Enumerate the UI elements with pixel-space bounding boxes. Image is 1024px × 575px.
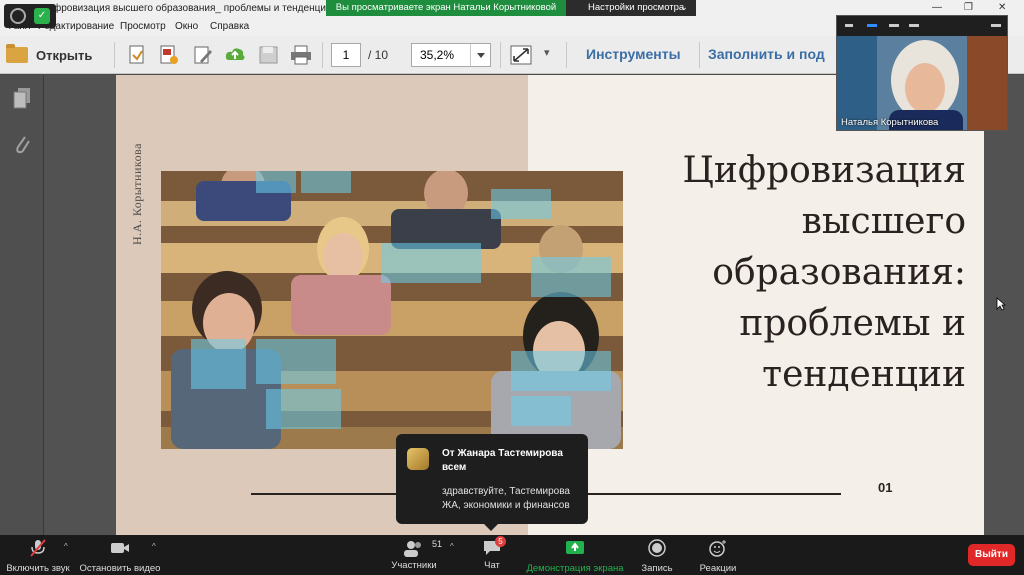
participants-button[interactable]: 51 Участники: [388, 539, 442, 571]
minimize-icon[interactable]: —: [932, 2, 942, 13]
muted-mic-icon: [30, 539, 46, 557]
participants-icon-group: 51: [394, 539, 442, 557]
chat-icon-group: 5: [481, 536, 506, 557]
gallery-view-icon[interactable]: [909, 24, 919, 27]
participants-icon: [404, 541, 421, 557]
restore-icon[interactable]: ❐: [964, 2, 973, 13]
window-controls: — ❐ ✕: [924, 2, 1024, 16]
reactions-button[interactable]: Реакции: [696, 539, 740, 574]
print-icon[interactable]: [290, 45, 312, 65]
attachments-paperclip-icon[interactable]: [13, 133, 31, 155]
single-view-icon[interactable]: [867, 24, 877, 27]
meeting-info-icons: ✓: [4, 4, 56, 28]
exit-view-icon[interactable]: [991, 24, 1001, 27]
strip-view-icon[interactable]: [889, 24, 899, 27]
security-shield-icon[interactable]: ✓: [34, 8, 50, 24]
toolbar-divider: [566, 42, 567, 68]
page-total: / 10: [368, 48, 389, 62]
slide-title-line: образования:: [712, 252, 966, 293]
record-label: Запись: [641, 563, 673, 574]
zoom-value: 35,2%: [420, 48, 455, 62]
close-icon[interactable]: ✕: [998, 2, 1006, 13]
participants-options-caret-icon[interactable]: ^: [450, 542, 458, 551]
record-icon: [648, 539, 666, 557]
slide-title-line: Цифровизация: [682, 150, 967, 191]
smiley-plus-icon: [709, 540, 726, 557]
info-icon[interactable]: [10, 8, 26, 24]
chat-sender: От Жанара Тастемирова всем: [442, 448, 563, 473]
participant-name: Наталья Корытникова: [841, 117, 939, 128]
slide-title-line: проблемы и: [739, 303, 966, 344]
mouse-cursor-icon: [996, 297, 1006, 311]
pages-thumbnails-icon[interactable]: [13, 87, 31, 109]
participant-video-thumbnail[interactable]: Наталья Корытникова: [836, 15, 1008, 131]
record-button[interactable]: Запись: [637, 539, 677, 574]
video-options-caret-icon[interactable]: ^: [152, 542, 160, 551]
export-pdf-icon[interactable]: [158, 45, 180, 65]
chat-notification-popup[interactable]: От Жанара Тастемирова всем здравствуйте,…: [396, 434, 588, 531]
upload-cloud-icon[interactable]: [224, 45, 246, 65]
toolbar-divider: [699, 42, 700, 68]
open-button[interactable]: Открыть: [6, 44, 93, 65]
share-screen-icon: [566, 541, 584, 554]
chevron-down-icon[interactable]: [470, 44, 490, 66]
zoom-meeting-window: Цифровизация высшего образования_ пробле…: [0, 0, 1024, 575]
menu-view[interactable]: Просмотр: [120, 21, 166, 32]
chevron-down-icon: ⌄: [680, 2, 688, 13]
reactions-label: Реакции: [699, 563, 737, 574]
open-button-label: Открыть: [36, 47, 93, 63]
leave-meeting-button[interactable]: Выйти: [968, 544, 1015, 566]
share-screen-label: Демонстрация экрана: [526, 563, 624, 574]
save-icon[interactable]: [258, 45, 280, 65]
slide-title-line: высшего: [801, 201, 966, 242]
toolbar-divider: [500, 42, 501, 68]
participants-label: Участники: [391, 560, 437, 571]
meeting-controls-bar: Включить звук ^ Остановить видео ^ 51 Уч…: [0, 535, 1024, 575]
fill-sign-link[interactable]: Заполнить и под: [708, 46, 825, 62]
slide-title: Цифровизация высшего образования: пробле…: [636, 145, 967, 400]
menu-window[interactable]: Окно: [175, 21, 198, 32]
chat-button[interactable]: 5 Чат: [476, 536, 508, 571]
view-settings-label: Настройки просмотра: [588, 2, 685, 13]
window-title: Цифровизация высшего образования_ пробле…: [40, 3, 369, 14]
video-thumb-header: [837, 16, 1007, 36]
stop-video-button[interactable]: Остановить видео: [78, 539, 162, 574]
chat-label: Чат: [484, 560, 500, 571]
toolbar-options-icon[interactable]: ▾: [544, 46, 550, 59]
slide-title-line: тенденции: [762, 354, 966, 395]
edit-pdf-icon[interactable]: [192, 45, 214, 65]
participant-video-frame: [837, 36, 1007, 130]
slide-number: 01: [878, 480, 893, 495]
video-camera-icon: [111, 543, 129, 553]
toolbar-divider: [322, 42, 323, 68]
navigation-side-panel: [0, 75, 44, 535]
participants-count: 51: [432, 539, 443, 549]
minimize-video-icon[interactable]: [845, 24, 853, 27]
chat-message: здравствуйте, Тастемирова ЖА, экономики …: [442, 486, 570, 511]
stop-video-label: Остановить видео: [79, 563, 161, 574]
screen-share-banner: Вы просматриваете экран Натальи Корытник…: [326, 0, 566, 16]
unmute-button[interactable]: Включить звук: [4, 539, 72, 574]
share-screen-button[interactable]: Демонстрация экрана: [526, 539, 624, 574]
sender-avatar: [407, 448, 429, 470]
page-number-input[interactable]: 1: [331, 43, 361, 67]
menu-help[interactable]: Справка: [210, 21, 249, 32]
classroom-photo: [161, 171, 623, 449]
view-settings-button[interactable]: Настройки просмотра ⌄: [566, 0, 696, 16]
tools-link[interactable]: Инструменты: [586, 46, 681, 62]
zoom-level-select[interactable]: 35,2%: [411, 43, 491, 67]
create-pdf-icon[interactable]: [126, 45, 148, 65]
unmute-label: Включить звук: [6, 563, 70, 574]
audio-options-caret-icon[interactable]: ^: [64, 542, 72, 551]
fit-page-icon[interactable]: [510, 45, 532, 65]
folder-icon: [6, 44, 28, 63]
slide-author: Н.А. Корытникова: [130, 143, 144, 245]
chat-unread-badge: 5: [495, 536, 506, 547]
toolbar-divider: [114, 42, 115, 68]
